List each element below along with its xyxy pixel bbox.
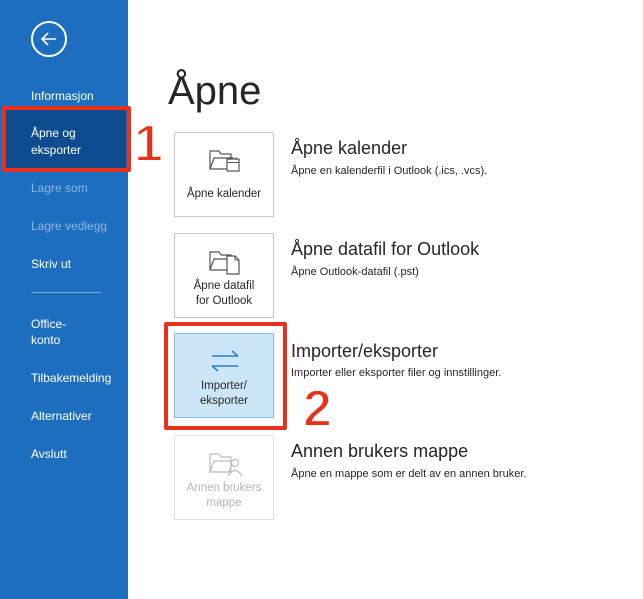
import-export-description: Importer eller eksporter filer og innsti… <box>291 367 502 379</box>
nav-office-konto-line2: konto <box>31 333 61 347</box>
import-export-tile[interactable]: Importer/ eksporter <box>174 333 274 418</box>
backstage-sidebar: Informasjon Åpne og eksporter Lagre som … <box>0 0 128 599</box>
open-calendar-tile-label: Åpne kalender <box>186 188 262 200</box>
nav-informasjon[interactable]: Informasjon <box>31 88 121 104</box>
open-data-file-tile-label-line2: for Outlook <box>195 295 253 307</box>
shared-folder-tile-label: Annen brukers mappe <box>175 481 273 511</box>
open-data-file-tile-label: Åpne datafil for Outlook <box>175 279 273 309</box>
shared-folder-icon <box>209 453 243 477</box>
open-data-file-tile-label-line1: Åpne datafil <box>193 280 255 292</box>
import-export-tile-label-line1: Importer/ <box>200 380 247 392</box>
back-button[interactable] <box>31 21 67 57</box>
nav-office-konto-line1: Office- <box>31 317 67 331</box>
open-calendar-icon <box>209 150 240 172</box>
highlight-box-1 <box>2 106 131 172</box>
open-calendar-tile[interactable]: Åpne kalender <box>174 132 274 217</box>
shared-folder-tile: Annen brukers mappe <box>174 435 274 520</box>
nav-avslutt[interactable]: Avslutt <box>31 446 121 462</box>
nav-skriv-ut[interactable]: Skriv ut <box>31 256 121 272</box>
open-data-file-tile[interactable]: Åpne datafil for Outlook <box>174 233 274 318</box>
import-export-tile-label: Importer/ eksporter <box>175 379 273 409</box>
callout-number-2: 2 <box>302 380 333 438</box>
shared-folder-title: Annen brukers mappe <box>291 441 469 461</box>
import-export-title: Importer/eksporter <box>291 341 439 361</box>
shared-folder-tile-label-line2: mappe <box>206 497 242 509</box>
open-calendar-title: Åpne kalender <box>291 138 408 158</box>
sidebar-separator <box>31 292 101 293</box>
shared-folder-tile-label-line1: Annen brukers <box>186 482 262 494</box>
import-export-tile-label-line2: eksporter <box>200 395 248 407</box>
nav-lagre-som: Lagre som <box>31 181 88 195</box>
open-data-file-icon <box>209 251 240 275</box>
callout-number-1: 1 <box>133 115 164 173</box>
open-data-file-title: Åpne datafil for Outlook <box>291 239 480 259</box>
nav-alternativer[interactable]: Alternativer <box>31 408 121 424</box>
open-calendar-description: Åpne en kalenderfil i Outlook (.ics, .vc… <box>291 165 488 177</box>
page-title: Åpne <box>168 69 262 113</box>
arrow-left-icon <box>40 32 56 46</box>
shared-folder-description: Åpne en mappe som er delt av en annen br… <box>291 468 527 480</box>
open-data-file-description: Åpne Outlook-datafil (.pst) <box>291 266 419 278</box>
nav-tilbakemelding[interactable]: Tilbakemelding <box>31 370 121 386</box>
nav-office-konto[interactable]: Office- konto <box>31 316 121 348</box>
nav-lagre-vedlegg: Lagre vedlegg <box>31 219 108 233</box>
import-export-arrows-icon <box>211 350 239 372</box>
